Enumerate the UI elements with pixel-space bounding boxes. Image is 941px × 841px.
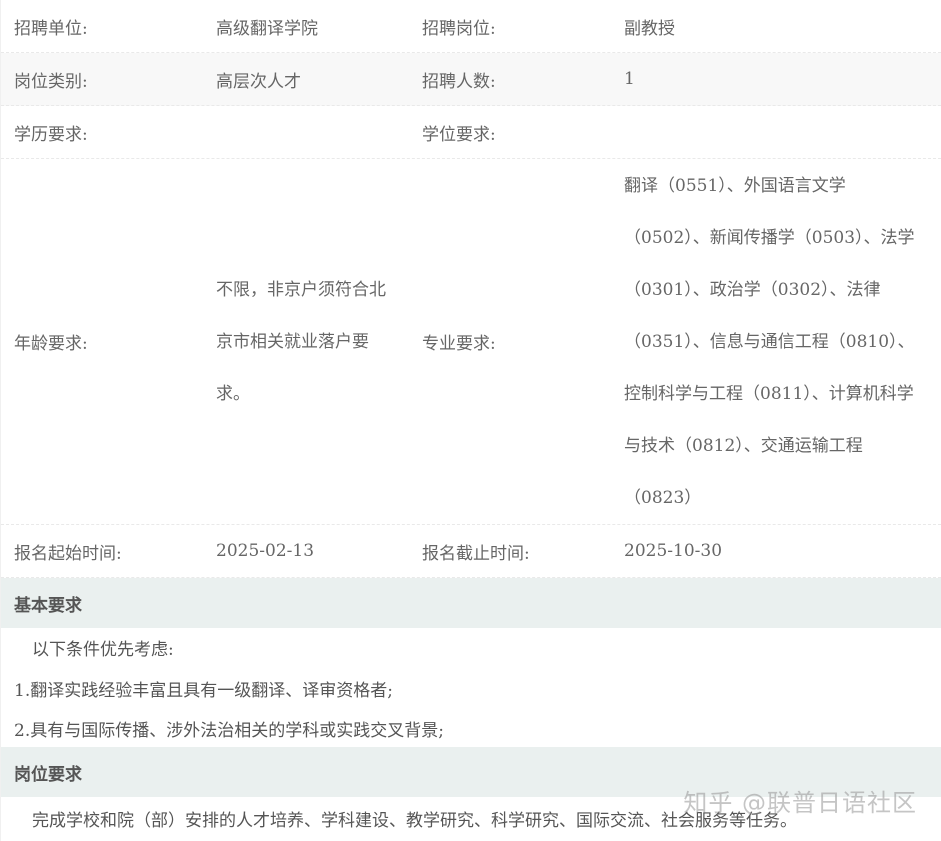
- value-major-line: 控制科学与工程（0811）、计算机科学: [624, 383, 914, 404]
- value-category: 高层次人才: [216, 71, 301, 92]
- label-headcount: 招聘人数:: [422, 71, 496, 92]
- value-major-line: （0351）、信息与通信工程（0810）、: [624, 331, 915, 352]
- value-major: 翻译（0551）、外国语言文学 （0502）、新闻传播学（0503）、法学 （0…: [612, 160, 941, 524]
- post-requirement-text: 完成学校和院（部）安排的人才培养、学科建设、教学研究、科学研究、国际交流、社会服…: [32, 811, 797, 831]
- value-start-date: 2025-02-13: [216, 541, 315, 561]
- table-row-category: 岗位类别: 高层次人才 招聘人数: 1: [1, 53, 941, 106]
- basic-requirement-intro: 以下条件优先考虑:: [32, 640, 174, 660]
- value-major-line: （0823）: [624, 487, 702, 508]
- basic-requirement-item: 2.具有与国际传播、涉外法治相关的学科或实践交叉背景;: [14, 721, 444, 741]
- zhihu-watermark: 知乎 @联普日语社区: [683, 789, 917, 817]
- value-unit: 高级翻译学院: [216, 18, 318, 39]
- basic-requirement-item: 1.翻译实践经验丰富且具有一级翻译、译审资格者;: [14, 681, 393, 701]
- label-position: 招聘岗位:: [422, 18, 496, 39]
- value-age-line: 求。: [216, 383, 250, 404]
- label-education: 学历要求:: [14, 124, 88, 145]
- value-age-line: 京市相关就业落户要: [216, 331, 369, 352]
- value-position: 副教授: [624, 18, 675, 39]
- label-major: 专业要求:: [422, 334, 496, 354]
- label-age: 年龄要求:: [14, 334, 88, 354]
- value-major-line: 翻译（0551）、外国语言文学: [624, 175, 846, 196]
- label-category: 岗位类别:: [14, 71, 88, 92]
- basic-requirements-heading: 基本要求: [1, 578, 941, 628]
- table-row-dates: 报名起始时间: 2025-02-13 报名截止时间: 2025-10-30: [1, 525, 941, 578]
- value-major-line: 与技术（0812）、交通运输工程: [624, 435, 863, 456]
- value-major-line: （0301）、政治学（0302）、法律: [624, 279, 881, 300]
- table-row-education: 学历要求: 学位要求:: [1, 106, 941, 159]
- table-row-unit: 招聘单位: 高级翻译学院 招聘岗位: 副教授: [1, 0, 941, 53]
- table-row-age-major: 年龄要求: 不限，非京户须符合北 京市相关就业落户要 求。 专业要求: 翻译（0…: [1, 159, 941, 525]
- value-major-line: （0502）、新闻传播学（0503）、法学: [624, 227, 915, 248]
- recruitment-table: 招聘单位: 高级翻译学院 招聘岗位: 副教授 岗位类别: 高层次人才 招聘人数:…: [0, 0, 941, 841]
- label-end-date: 报名截止时间:: [422, 543, 530, 564]
- value-age-line: 不限，非京户须符合北: [216, 279, 386, 300]
- value-headcount: 1: [624, 69, 635, 89]
- label-unit: 招聘单位:: [14, 18, 88, 39]
- value-end-date: 2025-10-30: [624, 541, 723, 561]
- label-start-date: 报名起始时间:: [14, 543, 122, 564]
- label-degree: 学位要求:: [422, 124, 496, 145]
- value-age: 不限，非京户须符合北 京市相关就业落户要 求。: [202, 264, 410, 420]
